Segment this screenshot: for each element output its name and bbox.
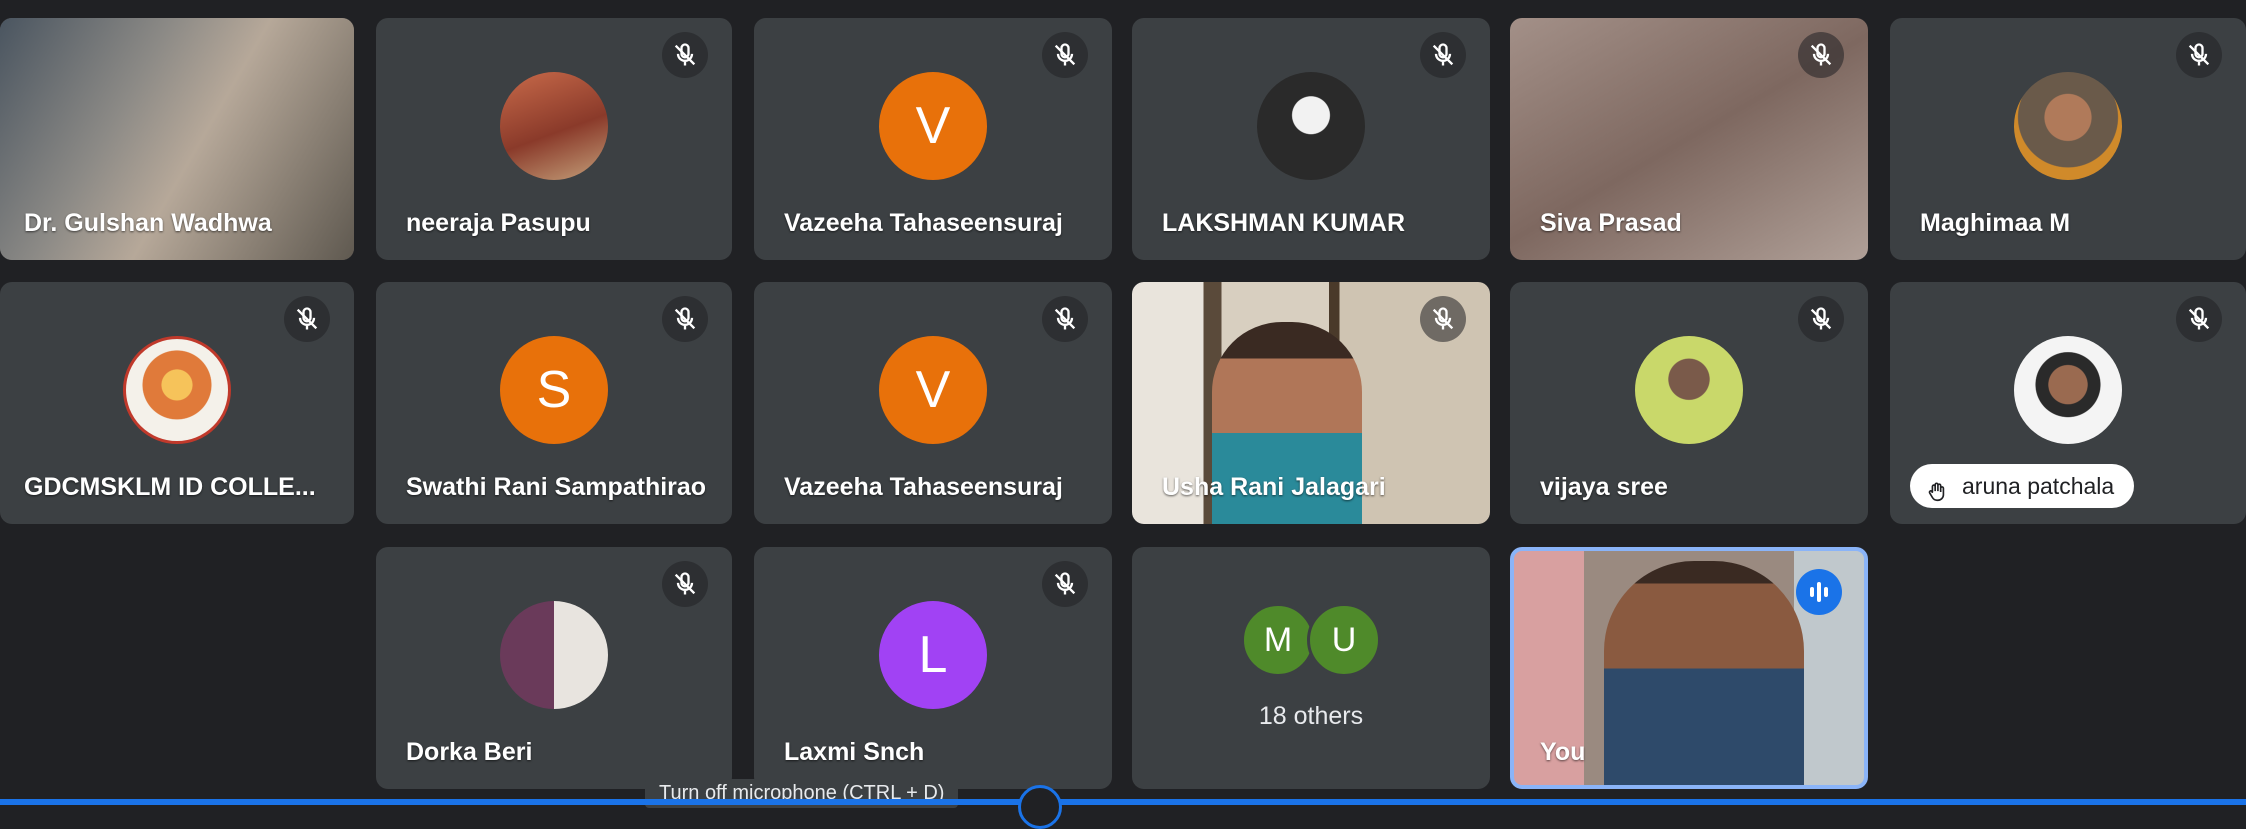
participant-name: Vazeeha Tahaseensuraj [784,473,1063,501]
participant-name: Laxmi Snch [784,738,925,766]
mic-off-icon [1420,32,1466,78]
others-avatars: M U [1241,603,1381,677]
others-tile[interactable]: M U 18 others [1132,547,1490,789]
others-count: 18 others [1258,702,1364,730]
participant-tile[interactable]: Maghimaa M [1890,18,2246,260]
avatar [1257,72,1365,181]
participant-tile[interactable]: GDCMSKLM ID COLLE... [0,282,354,524]
participant-name: neeraja Pasupu [406,209,591,237]
participant-tile[interactable]: Dr. Gulshan Wadhwa [0,18,354,260]
participant-name: Swathi Rani Sampathirao [406,473,707,501]
avatar: M [1241,603,1315,677]
avatar: V [879,72,987,181]
mic-off-icon [2176,296,2222,342]
bottom-progress-bar [0,799,2246,805]
participant-name: Dorka Beri [406,738,533,766]
self-tile[interactable]: You [1510,547,1868,789]
mic-off-icon [662,296,708,342]
participant-name: aruna patchala [1962,473,2115,499]
participant-name: Siva Prasad [1540,209,1682,237]
participant-tile[interactable]: Siva Prasad [1510,18,1868,260]
participant-tile[interactable]: Usha Rani Jalagari [1132,282,1490,524]
participant-name: You [1540,738,1586,766]
participant-tile[interactable]: LAKSHMAN KUMAR [1132,18,1490,260]
mic-off-icon [1798,296,1844,342]
mic-off-icon [662,561,708,607]
participant-tile[interactable]: V Vazeeha Tahaseensuraj [754,282,1112,524]
participant-name: Maghimaa M [1920,209,2071,237]
participant-tile[interactable]: S Swathi Rani Sampathirao [376,282,732,524]
avatar: S [500,336,608,445]
mic-off-icon [1042,296,1088,342]
avatar [2014,72,2122,181]
participant-tile[interactable]: Dorka Beri [376,547,732,789]
avatar: U [1307,603,1381,677]
mic-off-icon [284,296,330,342]
mic-off-icon [1798,32,1844,78]
participant-name: Dr. Gulshan Wadhwa [24,209,272,237]
participant-tile[interactable]: aruna patchala [1890,282,2246,524]
mic-off-icon [2176,32,2222,78]
participant-video [1604,561,1804,785]
raise-hand-icon [1926,474,1948,518]
avatar: V [879,336,987,445]
college-logo [123,336,231,445]
participant-tile[interactable]: L Laxmi Snch [754,547,1112,789]
audio-level-icon [1796,569,1842,615]
mic-off-icon [1042,32,1088,78]
mic-off-icon [1042,561,1088,607]
participant-name: vijaya sree [1540,473,1668,501]
participant-name: Vazeeha Tahaseensuraj [784,209,1063,237]
participant-name: GDCMSKLM ID COLLE... [24,473,316,501]
participant-name: Usha Rani Jalagari [1162,473,1386,501]
mic-off-icon [1420,296,1466,342]
participant-tile[interactable]: V Vazeeha Tahaseensuraj [754,18,1112,260]
mic-off-icon [662,32,708,78]
participant-name: LAKSHMAN KUMAR [1162,209,1406,237]
avatar [1635,336,1743,445]
participant-tile[interactable]: neeraja Pasupu [376,18,732,260]
bottom-control-handle[interactable] [1018,785,1062,829]
avatar: L [879,601,987,710]
avatar [500,72,608,181]
name-pill: aruna patchala [1910,464,2135,508]
avatar [500,601,608,710]
avatar [2014,336,2122,445]
participant-tile[interactable]: vijaya sree [1510,282,1868,524]
